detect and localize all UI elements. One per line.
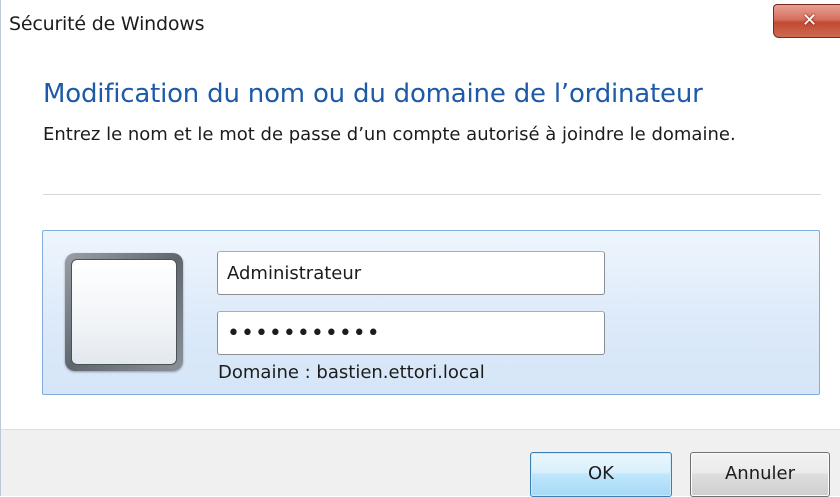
divider xyxy=(43,194,821,195)
credential-tile[interactable]: Domaine : bastien.ettori.local xyxy=(42,230,820,395)
close-icon: ✕ xyxy=(802,10,818,31)
credential-dialog: Sécurité de Windows ✕ Modification du no… xyxy=(0,0,840,497)
window-title: Sécurité de Windows xyxy=(9,13,205,35)
ok-button[interactable]: OK xyxy=(530,452,672,497)
dialog-instruction: Entrez le nom et le mot de passe d’un co… xyxy=(43,124,736,145)
title-bar: Sécurité de Windows ✕ xyxy=(1,0,840,46)
dialog-heading: Modification du nom ou du domaine de l’o… xyxy=(43,79,703,109)
username-field[interactable] xyxy=(217,251,605,295)
password-field[interactable] xyxy=(217,311,605,355)
cancel-button[interactable]: Annuler xyxy=(690,452,830,497)
user-tile-picture xyxy=(71,259,177,365)
button-bar: OK Annuler xyxy=(1,429,840,497)
user-tile-icon xyxy=(65,253,183,371)
close-button[interactable]: ✕ xyxy=(773,4,840,38)
domain-label: Domaine : bastien.ettori.local xyxy=(218,362,485,383)
